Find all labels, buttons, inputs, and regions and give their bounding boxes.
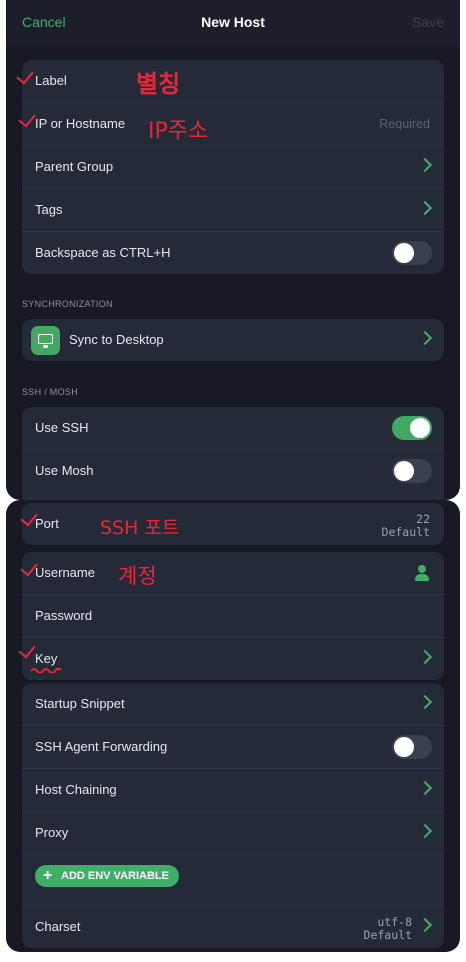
hostname-row[interactable]: IP or Hostname Required — [22, 103, 444, 146]
port-row[interactable]: Port 22 Default — [22, 503, 444, 545]
startup-snippet-row[interactable]: Startup Snippet — [22, 683, 444, 726]
label-row[interactable]: Label — [22, 60, 444, 103]
chevron-right-icon — [417, 780, 433, 796]
add-env-variable-label: ADD ENV VARIABLE — [61, 870, 169, 882]
agent-forwarding-row: SSH Agent Forwarding — [22, 726, 444, 769]
page-title: New Host — [201, 14, 265, 30]
charset-default-caption: Default — [363, 928, 412, 942]
navigation-bar: Cancel New Host Save — [6, 0, 460, 46]
startup-snippet-label: Startup Snippet — [35, 696, 125, 711]
user-icon[interactable] — [414, 565, 430, 581]
label-annotation: 별칭 — [136, 70, 181, 98]
ssh-mosh-header: SSH / MOSH — [22, 387, 79, 397]
chevron-right-icon — [417, 649, 433, 665]
port-value[interactable]: 22 Default — [382, 513, 430, 539]
tags-label: Tags — [35, 202, 63, 217]
auth-group: Username Password Key — [22, 552, 444, 680]
advanced-group: Startup Snippet SSH Agent Forwarding Hos… — [22, 683, 444, 948]
charset-value: utf-8 Default — [364, 916, 412, 942]
backspace-label: Backspace as CTRL+H — [35, 245, 171, 260]
parent-group-row[interactable]: Parent Group — [22, 146, 444, 189]
underline-squiggle-annotation — [30, 667, 62, 673]
chevron-right-icon — [417, 917, 433, 933]
chevron-right-icon — [417, 157, 433, 173]
tags-row[interactable]: Tags — [22, 189, 444, 232]
hostname-annotation: IP주소 — [148, 119, 209, 144]
use-mosh-label: Use Mosh — [35, 463, 94, 478]
host-chaining-row[interactable]: Host Chaining — [22, 769, 444, 812]
sync-to-desktop-label: Sync to Desktop — [69, 332, 164, 347]
proxy-label: Proxy — [35, 825, 69, 840]
host-settings-panel-bottom: Port 22 Default Username Password Key St… — [6, 500, 460, 952]
synchronization-header: SYNCHRONIZATION — [22, 299, 113, 309]
use-ssh-label: Use SSH — [35, 420, 89, 435]
desktop-icon — [31, 326, 60, 355]
username-label: Username — [35, 565, 95, 580]
use-ssh-row: Use SSH — [22, 407, 444, 450]
hostname-field-label: IP or Hostname — [35, 116, 126, 131]
port-default-caption: Default — [381, 525, 430, 539]
use-mosh-row: Use Mosh — [22, 450, 444, 492]
port-group: Port 22 Default — [22, 503, 444, 545]
proxy-row[interactable]: Proxy — [22, 812, 444, 855]
key-label: Key — [35, 651, 58, 666]
chevron-right-icon — [417, 330, 433, 346]
password-label: Password — [35, 608, 93, 623]
chevron-right-icon — [417, 694, 433, 710]
backspace-row: Backspace as CTRL+H — [22, 232, 444, 274]
add-env-variable-button[interactable]: + ADD ENV VARIABLE — [35, 865, 179, 887]
password-row[interactable]: Password — [22, 595, 444, 638]
host-chaining-label: Host Chaining — [35, 782, 117, 797]
charset-row[interactable]: Charset utf-8 Default — [22, 906, 444, 948]
key-row[interactable]: Key — [22, 638, 444, 680]
username-row[interactable]: Username — [22, 552, 444, 595]
use-ssh-toggle[interactable] — [392, 416, 432, 440]
agent-forwarding-toggle[interactable] — [392, 735, 432, 759]
username-annotation: 계정 — [118, 564, 157, 588]
sync-to-desktop-row[interactable]: Sync to Desktop — [22, 319, 444, 361]
save-button[interactable]: Save — [412, 14, 444, 30]
port-annotation: SSH 포트 — [100, 517, 180, 539]
general-group: Label IP or Hostname Required Parent Gro… — [22, 60, 444, 274]
ssh-mosh-group: Use SSH Use Mosh — [22, 407, 444, 500]
charset-current: utf-8 — [377, 915, 412, 929]
chevron-right-icon — [417, 200, 433, 216]
sync-group: Sync to Desktop — [22, 319, 444, 361]
port-number: 22 — [416, 512, 430, 526]
hostname-input[interactable]: Required — [379, 117, 430, 131]
backspace-toggle[interactable] — [392, 241, 432, 265]
charset-label: Charset — [35, 919, 81, 934]
agent-forwarding-label: SSH Agent Forwarding — [35, 739, 168, 754]
plus-icon: + — [43, 867, 53, 884]
label-field-label: Label — [35, 73, 67, 88]
port-label: Port — [35, 516, 59, 531]
parent-group-label: Parent Group — [35, 159, 114, 174]
host-settings-panel-top: Cancel New Host Save Label IP or Hostnam… — [6, 0, 460, 500]
env-variable-row: + ADD ENV VARIABLE — [22, 855, 444, 906]
use-mosh-toggle[interactable] — [392, 459, 432, 483]
chevron-right-icon — [417, 823, 433, 839]
